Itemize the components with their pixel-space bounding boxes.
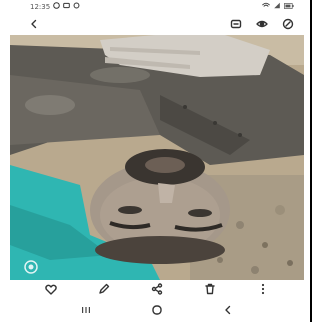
- home-icon[interactable]: [151, 304, 163, 316]
- top-actions: [230, 18, 294, 30]
- recents-icon[interactable]: [80, 304, 92, 316]
- message-icon: [63, 2, 70, 11]
- phone-screen: 12:35: [10, 0, 304, 322]
- lens-icon[interactable]: [282, 18, 294, 30]
- eye-icon[interactable]: [256, 18, 268, 30]
- heart-icon[interactable]: [44, 283, 57, 295]
- system-nav-bar: [10, 298, 304, 322]
- viewer-top-bar: [10, 13, 304, 35]
- wifi-icon: [262, 2, 270, 11]
- app-notification-icon: [73, 2, 80, 11]
- more-vertical-icon[interactable]: [257, 283, 269, 295]
- nav-back-icon[interactable]: [222, 304, 234, 316]
- photo-image: [10, 35, 304, 280]
- status-time: 12:35: [30, 2, 51, 11]
- status-left: 12:35: [30, 2, 80, 11]
- screenshot-border: [310, 0, 312, 322]
- notification-icon: [53, 2, 60, 11]
- battery-icon: [284, 2, 294, 11]
- trash-icon[interactable]: [204, 283, 216, 295]
- remaster-icon[interactable]: [230, 18, 242, 30]
- pencil-icon[interactable]: [98, 283, 110, 295]
- back-arrow-icon[interactable]: [28, 18, 40, 30]
- signal-icon: [273, 2, 281, 11]
- share-icon[interactable]: [151, 283, 163, 295]
- viewer-action-bar: [10, 280, 304, 298]
- status-bar: 12:35: [10, 0, 304, 13]
- photo-view[interactable]: [10, 35, 304, 280]
- status-right: [262, 2, 294, 11]
